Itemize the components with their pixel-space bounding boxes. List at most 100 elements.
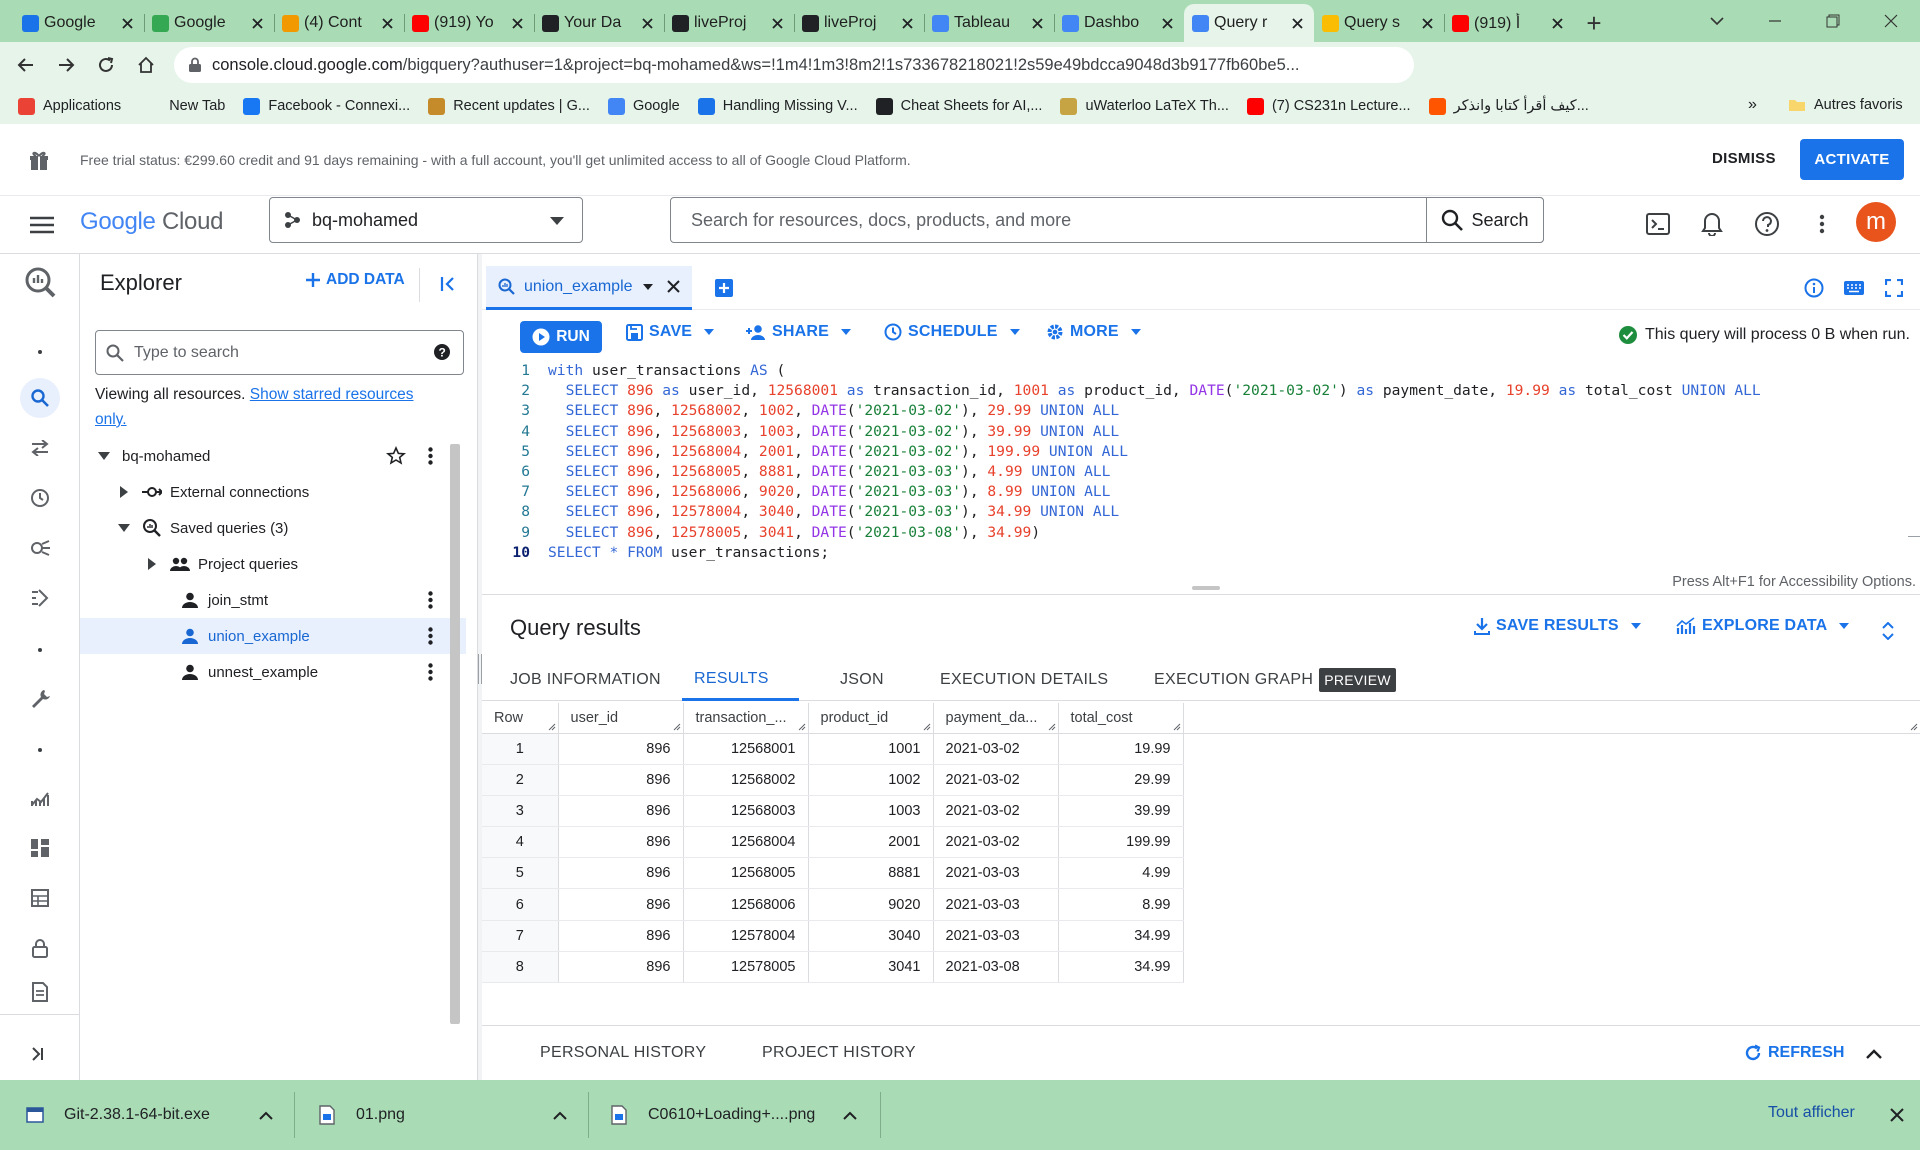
close-tab-icon[interactable]	[1290, 16, 1304, 30]
expanded-caret-icon[interactable]	[114, 518, 134, 538]
column-resize-icon[interactable]	[1910, 723, 1918, 731]
schedule-button[interactable]: SCHEDULE	[884, 323, 1020, 341]
capacity-table-icon[interactable]	[20, 878, 60, 918]
table-row[interactable]: 3 896 12568003 1003 2021-03-02 39.99	[482, 795, 1920, 828]
browser-tab[interactable]: liveProj	[664, 4, 794, 42]
collapsed-caret-icon[interactable]	[114, 482, 134, 502]
close-window-icon[interactable]	[1862, 0, 1920, 42]
bookmark-item[interactable]: (7) CS231n Lecture...	[1246, 97, 1411, 115]
tab-search-icon[interactable]	[1688, 0, 1746, 42]
code-line[interactable]: SELECT 896, 12568005, 8881, DATE('2021-0…	[548, 463, 1111, 480]
code-line[interactable]: SELECT 896, 12578004, 3040, DATE('2021-0…	[548, 503, 1120, 520]
browser-tab[interactable]: Query s	[1314, 4, 1444, 42]
account-avatar[interactable]: m	[1856, 202, 1896, 242]
column-resize-icon[interactable]	[798, 723, 806, 731]
bookmark-item[interactable]: Applications	[18, 97, 121, 115]
table-row[interactable]: 5 896 12568005 8881 2021-03-03 4.99	[482, 857, 1920, 890]
bigquery-logo-icon[interactable]	[20, 262, 60, 302]
tab-union-example[interactable]: union_example	[486, 266, 692, 310]
kebab-menu-icon[interactable]	[420, 662, 440, 682]
minimize-icon[interactable]	[1746, 0, 1804, 42]
tab-execution-graph[interactable]: EXECUTION GRAPH PREVIEW	[1154, 659, 1396, 701]
sql-code-editor[interactable]: 1 with user_transactions AS (2 SELECT 896…	[482, 362, 1920, 594]
search-button[interactable]: Search	[1426, 197, 1544, 243]
table-row[interactable]: 2 896 12568002 1002 2021-03-02 29.99	[482, 764, 1920, 796]
explore-data-button[interactable]: EXPLORE DATA	[1676, 617, 1850, 635]
project-selector[interactable]: bq-mohamed	[269, 197, 583, 243]
chevron-up-icon[interactable]	[842, 1107, 858, 1123]
close-tab-icon[interactable]	[510, 16, 524, 30]
close-tab-icon[interactable]	[250, 16, 264, 30]
bookmark-item[interactable]: uWaterloo LaTeX Th...	[1060, 97, 1229, 115]
help-icon[interactable]	[1749, 206, 1785, 242]
save-results-button[interactable]: SAVE RESULTS	[1474, 617, 1641, 635]
kebab-menu-icon[interactable]	[420, 626, 440, 646]
share-button[interactable]: SHARE	[746, 323, 852, 341]
console-search-field[interactable]: Search for resources, docs, products, an…	[670, 197, 1544, 243]
forward-arrow-icon[interactable]	[46, 45, 86, 85]
column-resize-icon[interactable]	[1048, 723, 1056, 731]
explorer-search-input[interactable]: Type to search ?	[95, 330, 464, 375]
expand-rail-icon[interactable]	[20, 1034, 60, 1074]
restore-icon[interactable]	[1804, 0, 1862, 42]
close-tab-icon[interactable]	[380, 16, 394, 30]
column-resize-icon[interactable]	[923, 723, 931, 731]
run-button[interactable]: RUN	[520, 321, 602, 353]
more-options-icon[interactable]	[1804, 206, 1840, 242]
close-tab-icon[interactable]	[900, 16, 914, 30]
browser-tab[interactable]: (919) أ	[1444, 4, 1574, 42]
browser-tab[interactable]: (4) Cont	[274, 4, 404, 42]
column-header[interactable]: payment_da...	[933, 703, 1059, 734]
close-tab-icon[interactable]	[1030, 16, 1044, 30]
column-resize-icon[interactable]	[548, 723, 556, 731]
code-line[interactable]: SELECT 896, 12578005, 3041, DATE('2021-0…	[548, 524, 1041, 541]
help-circle-icon[interactable]: ?	[433, 343, 451, 361]
analytics-hub-icon[interactable]	[20, 528, 60, 568]
code-line[interactable]: SELECT 896 as user_id, 12568001 as trans…	[548, 382, 1761, 399]
browser-tab[interactable]: Dashbo	[1054, 4, 1184, 42]
tab-execution-details[interactable]: EXECUTION DETAILS	[940, 659, 1108, 701]
table-row[interactable]: 4 896 12568004 2001 2021-03-02 199.99	[482, 826, 1920, 859]
close-downloads-icon[interactable]	[1888, 1106, 1906, 1124]
code-line[interactable]: SELECT 896, 12568002, 1002, DATE('2021-0…	[548, 402, 1120, 419]
explorer-scrollbar[interactable]	[450, 444, 460, 1024]
tree-project-queries[interactable]: Project queries	[80, 546, 466, 582]
bookmark-item[interactable]: Recent updates | G...	[428, 97, 590, 115]
admin-wrench-icon[interactable]	[20, 678, 60, 718]
release-notes-icon[interactable]	[20, 972, 60, 1012]
new-tab-button[interactable]: +	[1574, 4, 1614, 42]
browser-tab[interactable]: Google	[14, 4, 144, 42]
browser-tab[interactable]: Query r	[1184, 4, 1314, 42]
tree-query-union-example[interactable]: union_example	[80, 618, 466, 654]
browser-tab[interactable]: Your Da	[534, 4, 664, 42]
activate-button[interactable]: ACTIVATE	[1800, 139, 1904, 180]
bookmark-item[interactable]: كيف أقرأ كتابا وانذكر...	[1428, 97, 1589, 115]
code-line[interactable]: SELECT 896, 12568006, 9020, DATE('2021-0…	[548, 483, 1111, 500]
dashboard-icon[interactable]	[20, 828, 60, 868]
reload-icon[interactable]	[86, 45, 126, 85]
code-line[interactable]: with user_transactions AS (	[548, 362, 785, 379]
download-item-git[interactable]: Git-2.38.1-64-bit.exe	[26, 1080, 273, 1150]
download-item-01-png[interactable]: 01.png	[318, 1080, 567, 1150]
new-query-plus-icon[interactable]	[710, 274, 738, 302]
rail-search-icon[interactable]	[20, 378, 60, 418]
close-tab-icon[interactable]	[640, 16, 654, 30]
browser-tab[interactable]: Tableau	[924, 4, 1054, 42]
tab-job-information[interactable]: JOB INFORMATION	[510, 659, 661, 701]
column-header[interactable]: total_cost	[1058, 703, 1184, 734]
star-icon[interactable]	[386, 446, 406, 466]
expand-collapse-icon[interactable]	[1876, 619, 1900, 643]
table-row[interactable]: 6 896 12568006 9020 2021-03-03 8.99	[482, 888, 1920, 921]
home-icon[interactable]	[126, 45, 166, 85]
close-tab-icon[interactable]	[1160, 16, 1174, 30]
hamburger-menu-icon[interactable]	[22, 212, 62, 238]
dataform-icon[interactable]	[20, 578, 60, 618]
back-arrow-icon[interactable]	[6, 45, 46, 85]
chevron-up-icon[interactable]	[552, 1107, 568, 1123]
refresh-button[interactable]: REFRESH	[1744, 1044, 1844, 1062]
kebab-menu-icon[interactable]	[420, 590, 440, 610]
download-item-loading-png[interactable]: C0610+Loading+....png	[610, 1080, 857, 1150]
close-tab-icon[interactable]	[1420, 16, 1434, 30]
other-bookmarks-folder[interactable]: Autres favoris	[1788, 97, 1903, 113]
tree-query-unnest-example[interactable]: unnest_example	[80, 654, 466, 690]
